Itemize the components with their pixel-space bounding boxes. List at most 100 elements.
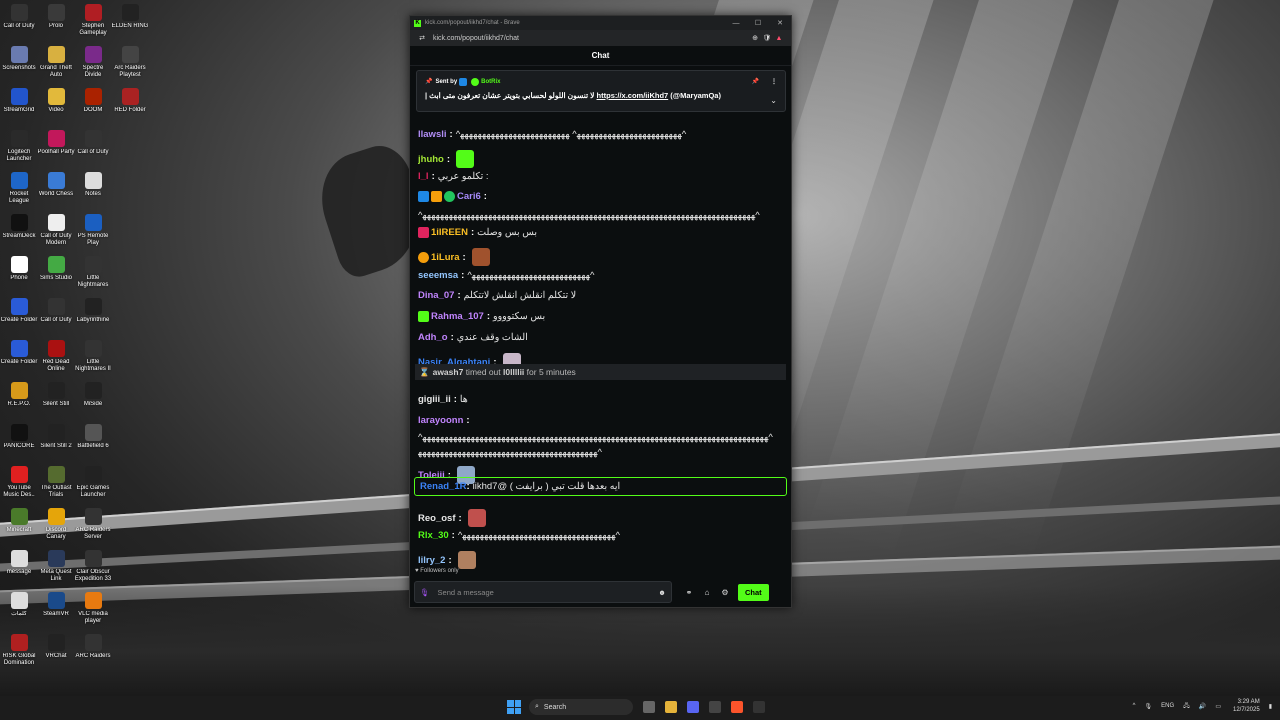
send-chat-button[interactable]: Chat — [738, 583, 769, 601]
desktop-icon[interactable]: StreamDeck — [0, 214, 38, 240]
chat-message[interactable]: 1iLura: — [418, 248, 784, 266]
desktop-icon[interactable]: MiSide — [74, 382, 112, 408]
clock[interactable]: 3:29 AM 12/7/2025 — [1233, 698, 1260, 714]
brave-shield-icon[interactable]: 🛡 — [761, 34, 773, 42]
desktop-icon[interactable]: ARC Raiders — [74, 634, 112, 660]
chat-username[interactable]: jhuho — [418, 154, 444, 165]
desktop-icon[interactable]: Phone — [0, 256, 38, 282]
pin-icon[interactable]: 📌 — [752, 78, 759, 85]
maximize-button[interactable]: ☐ — [747, 19, 769, 27]
desktop-icon[interactable]: VLC media player — [74, 592, 112, 625]
desktop-icon[interactable]: Labyrinthine — [74, 298, 112, 324]
desktop-icon[interactable]: Call of Duty — [37, 298, 75, 324]
desktop-icon[interactable]: PS Remote Play — [74, 214, 112, 247]
desktop-icon[interactable]: PANICORE — [0, 424, 38, 450]
chat-message[interactable]: gigiii_ii: ها — [418, 394, 784, 405]
desktop-icon[interactable]: Discord Canary — [37, 508, 75, 541]
desktop-icon[interactable]: SteamVR — [37, 592, 75, 618]
desktop-icon[interactable]: Notes — [74, 172, 112, 198]
chat-message[interactable]: Adh_o: الشات وقف عندي — [418, 332, 784, 343]
chat-message[interactable]: seeemsa: ^ﻬﻬﻬﻬﻬﻬﻬﻬﻬﻬﻬﻬﻬﻬﻬﻬﻬﻬﻬﻬﻬﻬﻬﻬﻬﻬﻬ^ — [418, 270, 784, 281]
battery-icon[interactable]: ▭ — [1215, 703, 1221, 710]
chat-message[interactable]: Rahma_107: بس سكتوووو — [418, 311, 784, 322]
desktop-icon[interactable]: YouTube Music Des.. — [0, 466, 38, 499]
desktop-icon[interactable]: Screenshots — [0, 46, 38, 72]
chat-username[interactable]: seeemsa — [418, 270, 458, 281]
chat-username[interactable]: Cari6 — [457, 191, 481, 202]
desktop-icon[interactable]: RED Folder — [111, 88, 149, 114]
desktop-icon[interactable]: Call of Duty Modern — [37, 214, 75, 247]
file-explorer-icon[interactable] — [665, 701, 677, 713]
desktop-icon[interactable]: Epic Games Launcher — [74, 466, 112, 499]
desktop-icon[interactable]: Little Nightmares — [74, 256, 112, 289]
desktop-icon[interactable]: The Outlast Trials — [37, 466, 75, 499]
brave-icon[interactable] — [731, 701, 743, 713]
chat-username[interactable]: 1iIREEN — [431, 227, 468, 238]
share-icon[interactable]: ⚭ — [680, 588, 698, 597]
chat-message[interactable]: jhuho: — [418, 150, 784, 168]
chat-username[interactable]: llawsli — [418, 129, 447, 140]
desktop-icon[interactable]: Clair Obscur Expedition 33 — [74, 550, 112, 583]
pinned-link[interactable]: https://x.com/iiKhd7 — [597, 91, 669, 100]
start-button[interactable] — [507, 700, 521, 714]
chat-username[interactable]: Rahma_107 — [431, 311, 484, 322]
network-icon[interactable]: 🖧 — [1183, 701, 1190, 711]
address-bar[interactable]: ⇄ kick.com/popout/iikhd7/chat ⊕ 🛡 ▲ — [410, 30, 791, 46]
chat-username[interactable]: Adh_o — [418, 332, 448, 343]
desktop-icon[interactable]: Call of Duty — [0, 4, 38, 30]
chat-message[interactable]: larayoonn: — [418, 415, 784, 426]
chat-username[interactable]: 1iLura — [431, 252, 460, 263]
desktop-icon[interactable]: Arc Raiders Playtest — [111, 46, 149, 79]
minimize-button[interactable]: — — [725, 20, 747, 27]
highlighted-message[interactable]: Renad_1R : ايه بعدها قلت تبي ( برايفت ) … — [414, 477, 787, 496]
chat-message[interactable]: ^ﻬﻬﻬﻬﻬﻬﻬﻬﻬﻬﻬﻬﻬﻬﻬﻬﻬﻬﻬﻬﻬﻬﻬﻬﻬﻬﻬﻬﻬﻬﻬﻬﻬﻬﻬﻬﻬﻬﻬ… — [418, 210, 784, 221]
close-button[interactable]: ✕ — [769, 19, 791, 27]
chat-input-placeholder[interactable]: Send a message — [438, 588, 659, 597]
chat-username[interactable]: Reo_osf — [418, 513, 455, 524]
desktop-icon[interactable]: Poolhall Party — [37, 130, 75, 156]
discord-icon[interactable] — [687, 701, 699, 713]
chat-message[interactable]: ^ﻬﻬﻬﻬﻬﻬﻬﻬﻬﻬﻬﻬﻬﻬﻬﻬﻬﻬﻬﻬﻬﻬﻬﻬﻬﻬﻬﻬﻬﻬﻬﻬﻬﻬﻬﻬﻬﻬﻬ… — [418, 432, 784, 443]
desktop-icon[interactable]: Spectre Divide — [74, 46, 112, 79]
emoji-icon[interactable]: ☻ — [658, 588, 666, 597]
desktop-icon[interactable]: VRChat — [37, 634, 75, 660]
desktop-icon[interactable]: Logitech Launcher — [0, 130, 38, 163]
taskbar-search[interactable]: ⌕ Search — [529, 699, 633, 715]
brave-rewards-icon[interactable]: ▲ — [773, 35, 785, 42]
highlight-username[interactable]: Renad_1R — [420, 481, 466, 492]
desktop-icon[interactable]: Stephen Gameplay — [74, 4, 112, 37]
mic-icon[interactable]: 🎙 — [420, 588, 430, 597]
chat-input[interactable]: 🎙 Send a message ☻ — [414, 581, 672, 603]
chat-message[interactable]: 1iIREEN: بس بس وصلت — [418, 227, 784, 238]
chat-message[interactable]: Dina_07: لا تتكلم انقلش انقلش لاتتكلم — [418, 290, 784, 301]
desktop-icon[interactable]: Sims Studio — [37, 256, 75, 282]
chat-message[interactable]: lilry_2: — [418, 551, 784, 569]
language-indicator[interactable]: ENG — [1161, 703, 1174, 709]
chat-message[interactable]: Reo_osf: — [418, 509, 784, 527]
desktop-icon[interactable]: Minecraft — [0, 508, 38, 534]
desktop-icon[interactable]: Prolo — [37, 4, 75, 30]
chevron-down-icon[interactable]: ⌄ — [770, 96, 777, 105]
chat-username[interactable]: larayoonn — [418, 415, 463, 426]
desktop-icon[interactable]: RISK Global Domination — [0, 634, 38, 667]
desktop-icon[interactable]: StreamGrid — [0, 88, 38, 114]
steam-icon[interactable] — [753, 701, 765, 713]
chat-message[interactable]: llawsli: ^ﻬﻬﻬﻬﻬﻬﻬﻬﻬﻬﻬﻬﻬﻬﻬﻬﻬﻬﻬﻬﻬﻬﻬﻬ^ ﻬﻬﻬﻬﻬ… — [418, 129, 784, 140]
xbox-icon[interactable] — [709, 701, 721, 713]
more-options-icon[interactable]: ⋮ — [771, 78, 777, 85]
desktop-icon[interactable]: Meta Quest Link — [37, 550, 75, 583]
settings-gear-icon[interactable]: ⚙ — [716, 588, 734, 597]
chat-username[interactable]: l_l — [418, 171, 429, 182]
task-view-icon[interactable] — [643, 701, 655, 713]
zoom-icon[interactable]: ⊕ — [749, 34, 761, 42]
chat-message[interactable]: l_l:: تكلمو عربي — [418, 171, 784, 182]
desktop-icon[interactable]: Video — [37, 88, 75, 114]
desktop-icon[interactable]: كلمات — [0, 592, 38, 618]
desktop-icon[interactable]: R.E.P.O. — [0, 382, 38, 408]
desktop-icon[interactable]: Silent Still — [37, 382, 75, 408]
desktop-icon[interactable]: Call of Duty — [74, 130, 112, 156]
chat-username[interactable]: gigiii_ii — [418, 394, 451, 405]
chat-username[interactable]: Dina_07 — [418, 290, 454, 301]
chat-message[interactable]: Rlx_30: ^ﻬﻬﻬﻬﻬﻬﻬﻬﻬﻬﻬﻬﻬﻬﻬﻬﻬﻬﻬﻬﻬﻬﻬﻬﻬﻬﻬﻬﻬﻬﻬﻬ… — [418, 530, 784, 541]
chat-message[interactable]: ^ﻬﻬﻬﻬﻬﻬﻬﻬﻬﻬﻬﻬﻬﻬﻬﻬﻬﻬﻬﻬﻬﻬﻬﻬﻬﻬﻬﻬﻬﻬﻬﻬﻬﻬﻬﻬﻬﻬﻬ… — [418, 447, 784, 458]
